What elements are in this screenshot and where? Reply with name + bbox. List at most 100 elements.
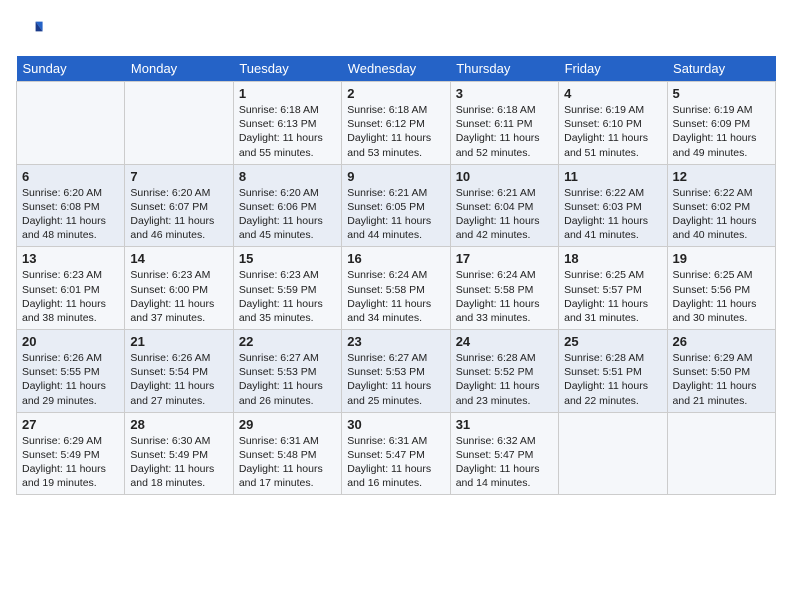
day-number: 4 <box>564 86 661 101</box>
day-number: 28 <box>130 417 227 432</box>
calendar-cell: 8 Sunrise: 6:20 AM Sunset: 6:06 PM Daylig… <box>233 164 341 247</box>
day-number: 30 <box>347 417 444 432</box>
calendar-cell: 12Sunrise: 6:22 AM Sunset: 6:02 PM Dayli… <box>667 164 775 247</box>
calendar-cell: 1 Sunrise: 6:18 AM Sunset: 6:13 PM Daylig… <box>233 82 341 165</box>
cell-content: Sunrise: 6:25 AM Sunset: 5:56 PM Dayligh… <box>673 268 770 325</box>
cell-content: Sunrise: 6:19 AM Sunset: 6:10 PM Dayligh… <box>564 103 661 160</box>
calendar-cell: 26Sunrise: 6:29 AM Sunset: 5:50 PM Dayli… <box>667 330 775 413</box>
day-number: 27 <box>22 417 119 432</box>
calendar-cell: 14 Sunrise: 6:23 AM Sunset: 6:00 PM Dayli… <box>125 247 233 330</box>
day-number: 9 <box>347 169 444 184</box>
cell-content: Sunrise: 6:31 AM Sunset: 5:47 PM Dayligh… <box>347 434 444 491</box>
calendar-header-row: SundayMondayTuesdayWednesdayThursdayFrid… <box>17 56 776 82</box>
cell-content: Sunrise: 6:27 AM Sunset: 5:53 PM Dayligh… <box>239 351 336 408</box>
day-number: 11 <box>564 169 661 184</box>
calendar-week-row: 13 Sunrise: 6:23 AM Sunset: 6:01 PM Dayli… <box>17 247 776 330</box>
day-number: 20 <box>22 334 119 349</box>
calendar-day-header: Sunday <box>17 56 125 82</box>
cell-content: Sunrise: 6:20 AM Sunset: 6:08 PM Dayligh… <box>22 186 119 243</box>
calendar-cell <box>559 412 667 495</box>
day-number: 19 <box>673 251 770 266</box>
calendar-day-header: Saturday <box>667 56 775 82</box>
day-number: 31 <box>456 417 553 432</box>
day-number: 5 <box>673 86 770 101</box>
day-number: 6 <box>22 169 119 184</box>
day-number: 12 <box>673 169 770 184</box>
day-number: 25 <box>564 334 661 349</box>
calendar-cell: 10 Sunrise: 6:21 AM Sunset: 6:04 PM Dayli… <box>450 164 558 247</box>
cell-content: Sunrise: 6:28 AM Sunset: 5:51 PM Dayligh… <box>564 351 661 408</box>
cell-content: Sunrise: 6:23 AM Sunset: 5:59 PM Dayligh… <box>239 268 336 325</box>
calendar-cell: 11Sunrise: 6:22 AM Sunset: 6:03 PM Dayli… <box>559 164 667 247</box>
calendar-cell: 20 Sunrise: 6:26 AM Sunset: 5:55 PM Dayli… <box>17 330 125 413</box>
calendar-day-header: Wednesday <box>342 56 450 82</box>
calendar-cell: 16 Sunrise: 6:24 AM Sunset: 5:58 PM Dayli… <box>342 247 450 330</box>
cell-content: Sunrise: 6:19 AM Sunset: 6:09 PM Dayligh… <box>673 103 770 160</box>
cell-content: Sunrise: 6:32 AM Sunset: 5:47 PM Dayligh… <box>456 434 553 491</box>
cell-content: Sunrise: 6:21 AM Sunset: 6:05 PM Dayligh… <box>347 186 444 243</box>
calendar-cell: 19 Sunrise: 6:25 AM Sunset: 5:56 PM Dayli… <box>667 247 775 330</box>
logo-icon <box>16 16 44 44</box>
cell-content: Sunrise: 6:27 AM Sunset: 5:53 PM Dayligh… <box>347 351 444 408</box>
day-number: 15 <box>239 251 336 266</box>
day-number: 13 <box>22 251 119 266</box>
calendar-cell: 21 Sunrise: 6:26 AM Sunset: 5:54 PM Dayli… <box>125 330 233 413</box>
day-number: 24 <box>456 334 553 349</box>
day-number: 22 <box>239 334 336 349</box>
calendar-cell: 25 Sunrise: 6:28 AM Sunset: 5:51 PM Dayli… <box>559 330 667 413</box>
calendar-cell: 3Sunrise: 6:18 AM Sunset: 6:11 PM Daylig… <box>450 82 558 165</box>
calendar-cell: 24 Sunrise: 6:28 AM Sunset: 5:52 PM Dayli… <box>450 330 558 413</box>
day-number: 17 <box>456 251 553 266</box>
day-number: 3 <box>456 86 553 101</box>
calendar-cell <box>17 82 125 165</box>
calendar-week-row: 27 Sunrise: 6:29 AM Sunset: 5:49 PM Dayli… <box>17 412 776 495</box>
calendar-cell: 30 Sunrise: 6:31 AM Sunset: 5:47 PM Dayli… <box>342 412 450 495</box>
page-header <box>16 16 776 44</box>
day-number: 23 <box>347 334 444 349</box>
calendar-day-header: Tuesday <box>233 56 341 82</box>
cell-content: Sunrise: 6:24 AM Sunset: 5:58 PM Dayligh… <box>456 268 553 325</box>
calendar-cell <box>125 82 233 165</box>
cell-content: Sunrise: 6:18 AM Sunset: 6:13 PM Dayligh… <box>239 103 336 160</box>
cell-content: Sunrise: 6:21 AM Sunset: 6:04 PM Dayligh… <box>456 186 553 243</box>
calendar-week-row: 6 Sunrise: 6:20 AM Sunset: 6:08 PM Daylig… <box>17 164 776 247</box>
day-number: 8 <box>239 169 336 184</box>
calendar-cell: 23 Sunrise: 6:27 AM Sunset: 5:53 PM Dayli… <box>342 330 450 413</box>
calendar-cell: 17 Sunrise: 6:24 AM Sunset: 5:58 PM Dayli… <box>450 247 558 330</box>
calendar-cell: 29 Sunrise: 6:31 AM Sunset: 5:48 PM Dayli… <box>233 412 341 495</box>
day-number: 14 <box>130 251 227 266</box>
calendar-cell: 13 Sunrise: 6:23 AM Sunset: 6:01 PM Dayli… <box>17 247 125 330</box>
calendar-day-header: Thursday <box>450 56 558 82</box>
cell-content: Sunrise: 6:31 AM Sunset: 5:48 PM Dayligh… <box>239 434 336 491</box>
calendar-cell: 9 Sunrise: 6:21 AM Sunset: 6:05 PM Daylig… <box>342 164 450 247</box>
day-number: 7 <box>130 169 227 184</box>
cell-content: Sunrise: 6:23 AM Sunset: 6:01 PM Dayligh… <box>22 268 119 325</box>
calendar-cell: 27 Sunrise: 6:29 AM Sunset: 5:49 PM Dayli… <box>17 412 125 495</box>
cell-content: Sunrise: 6:20 AM Sunset: 6:06 PM Dayligh… <box>239 186 336 243</box>
cell-content: Sunrise: 6:29 AM Sunset: 5:49 PM Dayligh… <box>22 434 119 491</box>
day-number: 1 <box>239 86 336 101</box>
day-number: 10 <box>456 169 553 184</box>
calendar-week-row: 20 Sunrise: 6:26 AM Sunset: 5:55 PM Dayli… <box>17 330 776 413</box>
cell-content: Sunrise: 6:30 AM Sunset: 5:49 PM Dayligh… <box>130 434 227 491</box>
cell-content: Sunrise: 6:23 AM Sunset: 6:00 PM Dayligh… <box>130 268 227 325</box>
day-number: 16 <box>347 251 444 266</box>
day-number: 21 <box>130 334 227 349</box>
calendar-cell: 28 Sunrise: 6:30 AM Sunset: 5:49 PM Dayli… <box>125 412 233 495</box>
cell-content: Sunrise: 6:18 AM Sunset: 6:12 PM Dayligh… <box>347 103 444 160</box>
cell-content: Sunrise: 6:28 AM Sunset: 5:52 PM Dayligh… <box>456 351 553 408</box>
calendar-cell: 31 Sunrise: 6:32 AM Sunset: 5:47 PM Dayli… <box>450 412 558 495</box>
day-number: 29 <box>239 417 336 432</box>
calendar-day-header: Monday <box>125 56 233 82</box>
cell-content: Sunrise: 6:25 AM Sunset: 5:57 PM Dayligh… <box>564 268 661 325</box>
calendar-cell: 2Sunrise: 6:18 AM Sunset: 6:12 PM Daylig… <box>342 82 450 165</box>
calendar-cell: 5 Sunrise: 6:19 AM Sunset: 6:09 PM Daylig… <box>667 82 775 165</box>
logo <box>16 16 48 44</box>
calendar: SundayMondayTuesdayWednesdayThursdayFrid… <box>16 56 776 495</box>
cell-content: Sunrise: 6:26 AM Sunset: 5:55 PM Dayligh… <box>22 351 119 408</box>
cell-content: Sunrise: 6:26 AM Sunset: 5:54 PM Dayligh… <box>130 351 227 408</box>
cell-content: Sunrise: 6:24 AM Sunset: 5:58 PM Dayligh… <box>347 268 444 325</box>
calendar-day-header: Friday <box>559 56 667 82</box>
calendar-cell: 22 Sunrise: 6:27 AM Sunset: 5:53 PM Dayli… <box>233 330 341 413</box>
calendar-cell <box>667 412 775 495</box>
